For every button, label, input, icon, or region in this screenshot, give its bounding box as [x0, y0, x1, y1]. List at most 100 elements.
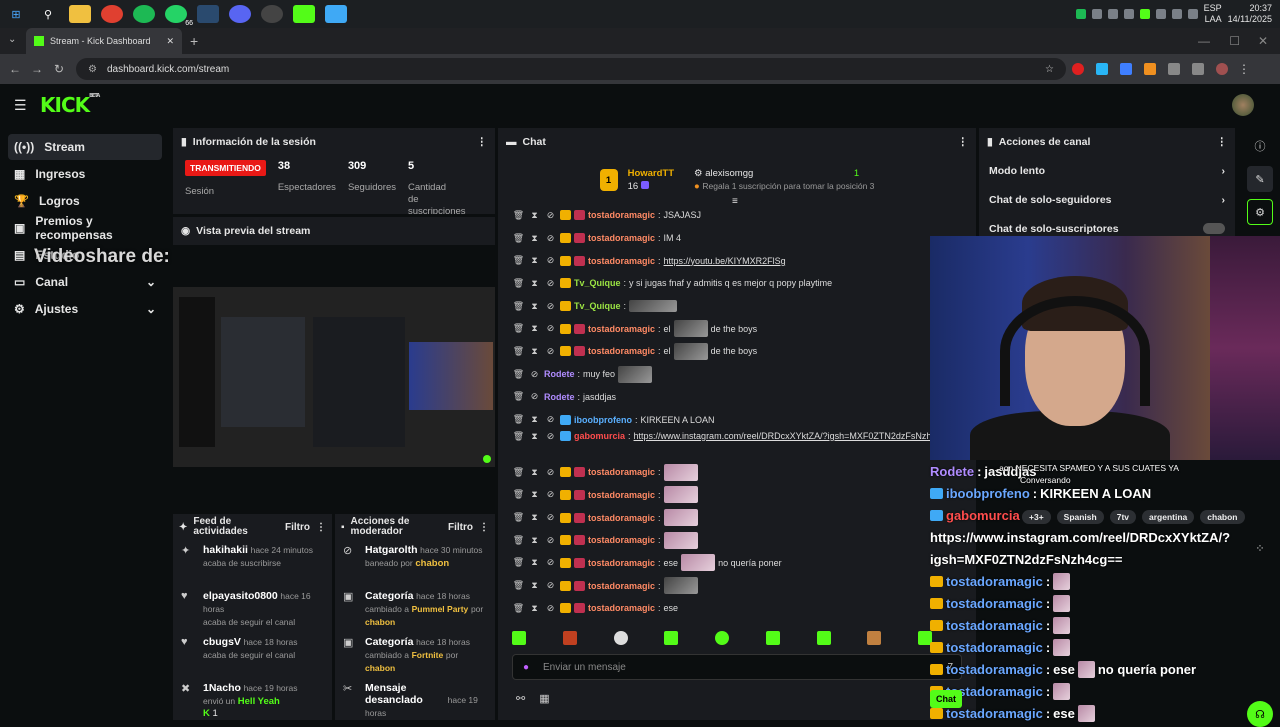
tray-steam-icon[interactable] [1107, 9, 1118, 19]
followers-only-action[interactable]: Chat de solo-seguidores › [979, 185, 1235, 214]
chat-username[interactable]: Rodete [544, 369, 575, 379]
chat-username[interactable]: tostadoramagic [588, 467, 655, 477]
windows-start-icon[interactable]: ⊞ [5, 5, 27, 23]
chat-username[interactable]: tostadoramagic [588, 513, 655, 523]
ban-icon[interactable]: ⊘ [544, 278, 557, 289]
reload-button[interactable]: ↻ [48, 62, 70, 76]
emote-icon[interactable] [613, 631, 628, 645]
extensions-puzzle-icon[interactable] [1168, 63, 1180, 75]
extension-red-icon[interactable] [1072, 63, 1084, 75]
steam-icon[interactable] [197, 5, 219, 23]
ban-icon[interactable]: ⊘ [544, 233, 557, 244]
chat-username[interactable]: tostadoramagic [588, 581, 655, 591]
more-options-icon[interactable]: ⋮ [958, 136, 969, 148]
delete-icon[interactable]: 🗑 [512, 346, 525, 357]
tray-battery-icon[interactable] [1187, 9, 1198, 19]
overlay-chat-button[interactable]: Chat [930, 690, 962, 708]
more-options-icon[interactable]: ⋮ [1217, 136, 1228, 148]
mod-action-user[interactable]: chabon [415, 558, 449, 569]
chat-username[interactable]: tostadoramagic [588, 210, 655, 220]
edit-icon[interactable]: ✎ [1247, 166, 1273, 192]
timeout-icon[interactable]: ⧗ [528, 255, 541, 266]
timeout-icon[interactable]: ⧗ [528, 535, 541, 546]
emote-icon[interactable] [562, 631, 577, 645]
discord-icon[interactable] [229, 5, 251, 23]
site-info-icon[interactable]: ⚙ [88, 64, 97, 75]
emote-icon[interactable] [816, 631, 831, 645]
sidebar-item-logros[interactable]: 🏆 Logros [8, 188, 162, 214]
ban-icon[interactable]: ⊘ [544, 346, 557, 357]
chat-username[interactable]: tostadoramagic [588, 558, 655, 568]
timeout-icon[interactable]: ⧗ [528, 431, 541, 442]
chat-username[interactable]: Tv_Quique [574, 301, 621, 311]
chat-username[interactable]: tostadoramagic [588, 535, 655, 545]
slow-mode-action[interactable]: Modo lento › [979, 156, 1235, 185]
reading-list-icon[interactable] [1192, 63, 1204, 75]
chrome-icon[interactable] [101, 5, 123, 23]
delete-icon[interactable]: 🗑 [512, 391, 525, 402]
toggle-switch[interactable] [1203, 223, 1225, 234]
emote-icon[interactable] [664, 631, 679, 645]
chat-link[interactable]: https://www.instagram.com/reel/DRDcxXYkt… [634, 431, 957, 441]
system-clock[interactable]: 20:37 14/11/2025 [1228, 3, 1272, 25]
mod-action-user[interactable]: chabon [365, 663, 395, 673]
timeout-icon[interactable]: ⧗ [528, 467, 541, 478]
ban-icon[interactable]: ⊘ [544, 210, 557, 221]
timeout-icon[interactable]: ⧗ [528, 580, 541, 591]
tag[interactable]: argentina [1142, 510, 1195, 524]
timeout-icon[interactable]: ⧗ [528, 233, 541, 244]
subs-only-action[interactable]: Chat de solo-suscriptores [979, 214, 1235, 236]
chat-username[interactable]: tostadoramagic [588, 256, 655, 266]
feed-user[interactable]: cbugsV [203, 636, 241, 648]
tag[interactable]: 7tv [1109, 510, 1137, 524]
delete-icon[interactable]: 🗑 [512, 603, 525, 614]
ban-icon[interactable]: ⊘ [544, 535, 557, 546]
sidebar-item-premios[interactable]: ▣ Premios y recompensas [8, 214, 162, 242]
close-window-button[interactable]: ✕ [1258, 34, 1268, 48]
extension-7tv-icon[interactable] [1096, 63, 1108, 75]
ban-icon[interactable]: ⊘ [528, 369, 541, 380]
ban-icon[interactable]: ⊘ [544, 512, 557, 523]
browser-tab-kick-dashboard[interactable]: Stream - Kick Dashboard ✕ [26, 28, 182, 54]
stream-preview-video[interactable] [173, 287, 495, 467]
timeout-icon[interactable]: ⧗ [528, 210, 541, 221]
browser-menu-icon[interactable]: ⋮ [1238, 62, 1250, 76]
chat-username[interactable]: tostadoramagic [588, 324, 655, 334]
timeout-icon[interactable]: ⧗ [528, 512, 541, 523]
second-gifter[interactable]: ⚙ alexisomgg 1 ● Regala 1 suscripción par… [694, 167, 874, 193]
chat-message-input[interactable]: ● Enviar un mensaje 7 [512, 654, 962, 680]
close-tab-icon[interactable]: ✕ [166, 36, 174, 47]
tray-volume-icon[interactable] [1171, 9, 1182, 19]
chat-username[interactable]: tostadoramagic [588, 603, 655, 613]
tray-kick-icon[interactable] [1139, 9, 1150, 19]
ban-icon[interactable]: ⊘ [544, 301, 557, 312]
more-options-icon[interactable]: ⋮ [477, 136, 488, 148]
sidebar-item-stream[interactable]: ((•)) Stream [8, 134, 162, 160]
ban-icon[interactable]: ⊘ [544, 323, 557, 334]
chat-username[interactable]: Tv_Quique [574, 278, 621, 288]
obs-icon[interactable] [261, 5, 283, 23]
delete-icon[interactable]: 🗑 [512, 580, 525, 591]
delete-icon[interactable]: 🗑 [512, 233, 525, 244]
delete-icon[interactable]: 🗑 [512, 210, 525, 221]
info-icon[interactable]: ⓘ [1247, 133, 1273, 159]
chat-username[interactable]: tostadoramagic [588, 490, 655, 500]
delete-icon[interactable]: 🗑 [512, 278, 525, 289]
timeout-icon[interactable]: ⧗ [528, 346, 541, 357]
tag[interactable]: +3+ [1022, 510, 1051, 524]
tray-bluetooth-icon[interactable] [1123, 9, 1134, 19]
feed-user[interactable]: elpayasito0800 [203, 590, 278, 602]
maximize-window-button[interactable]: ☐ [1229, 34, 1240, 48]
whatsapp-icon[interactable]: 66 [165, 5, 193, 27]
ban-icon[interactable]: ⊘ [544, 414, 557, 425]
feed-filter-button[interactable]: Filtro [285, 522, 310, 533]
sidebar-item-ingresos[interactable]: ▦ Ingresos [8, 161, 162, 187]
delete-icon[interactable]: 🗑 [512, 414, 525, 425]
emote-icon[interactable] [512, 631, 526, 645]
forward-button[interactable]: → [26, 62, 48, 76]
kick-logo[interactable]: KICKBETA [40, 93, 100, 117]
tag[interactable]: Spanish [1056, 510, 1104, 524]
settings-icon[interactable]: ⚙ [1247, 199, 1273, 225]
minimize-window-button[interactable]: — [1198, 34, 1210, 48]
chat-username[interactable]: iboobprofeno [574, 415, 632, 425]
